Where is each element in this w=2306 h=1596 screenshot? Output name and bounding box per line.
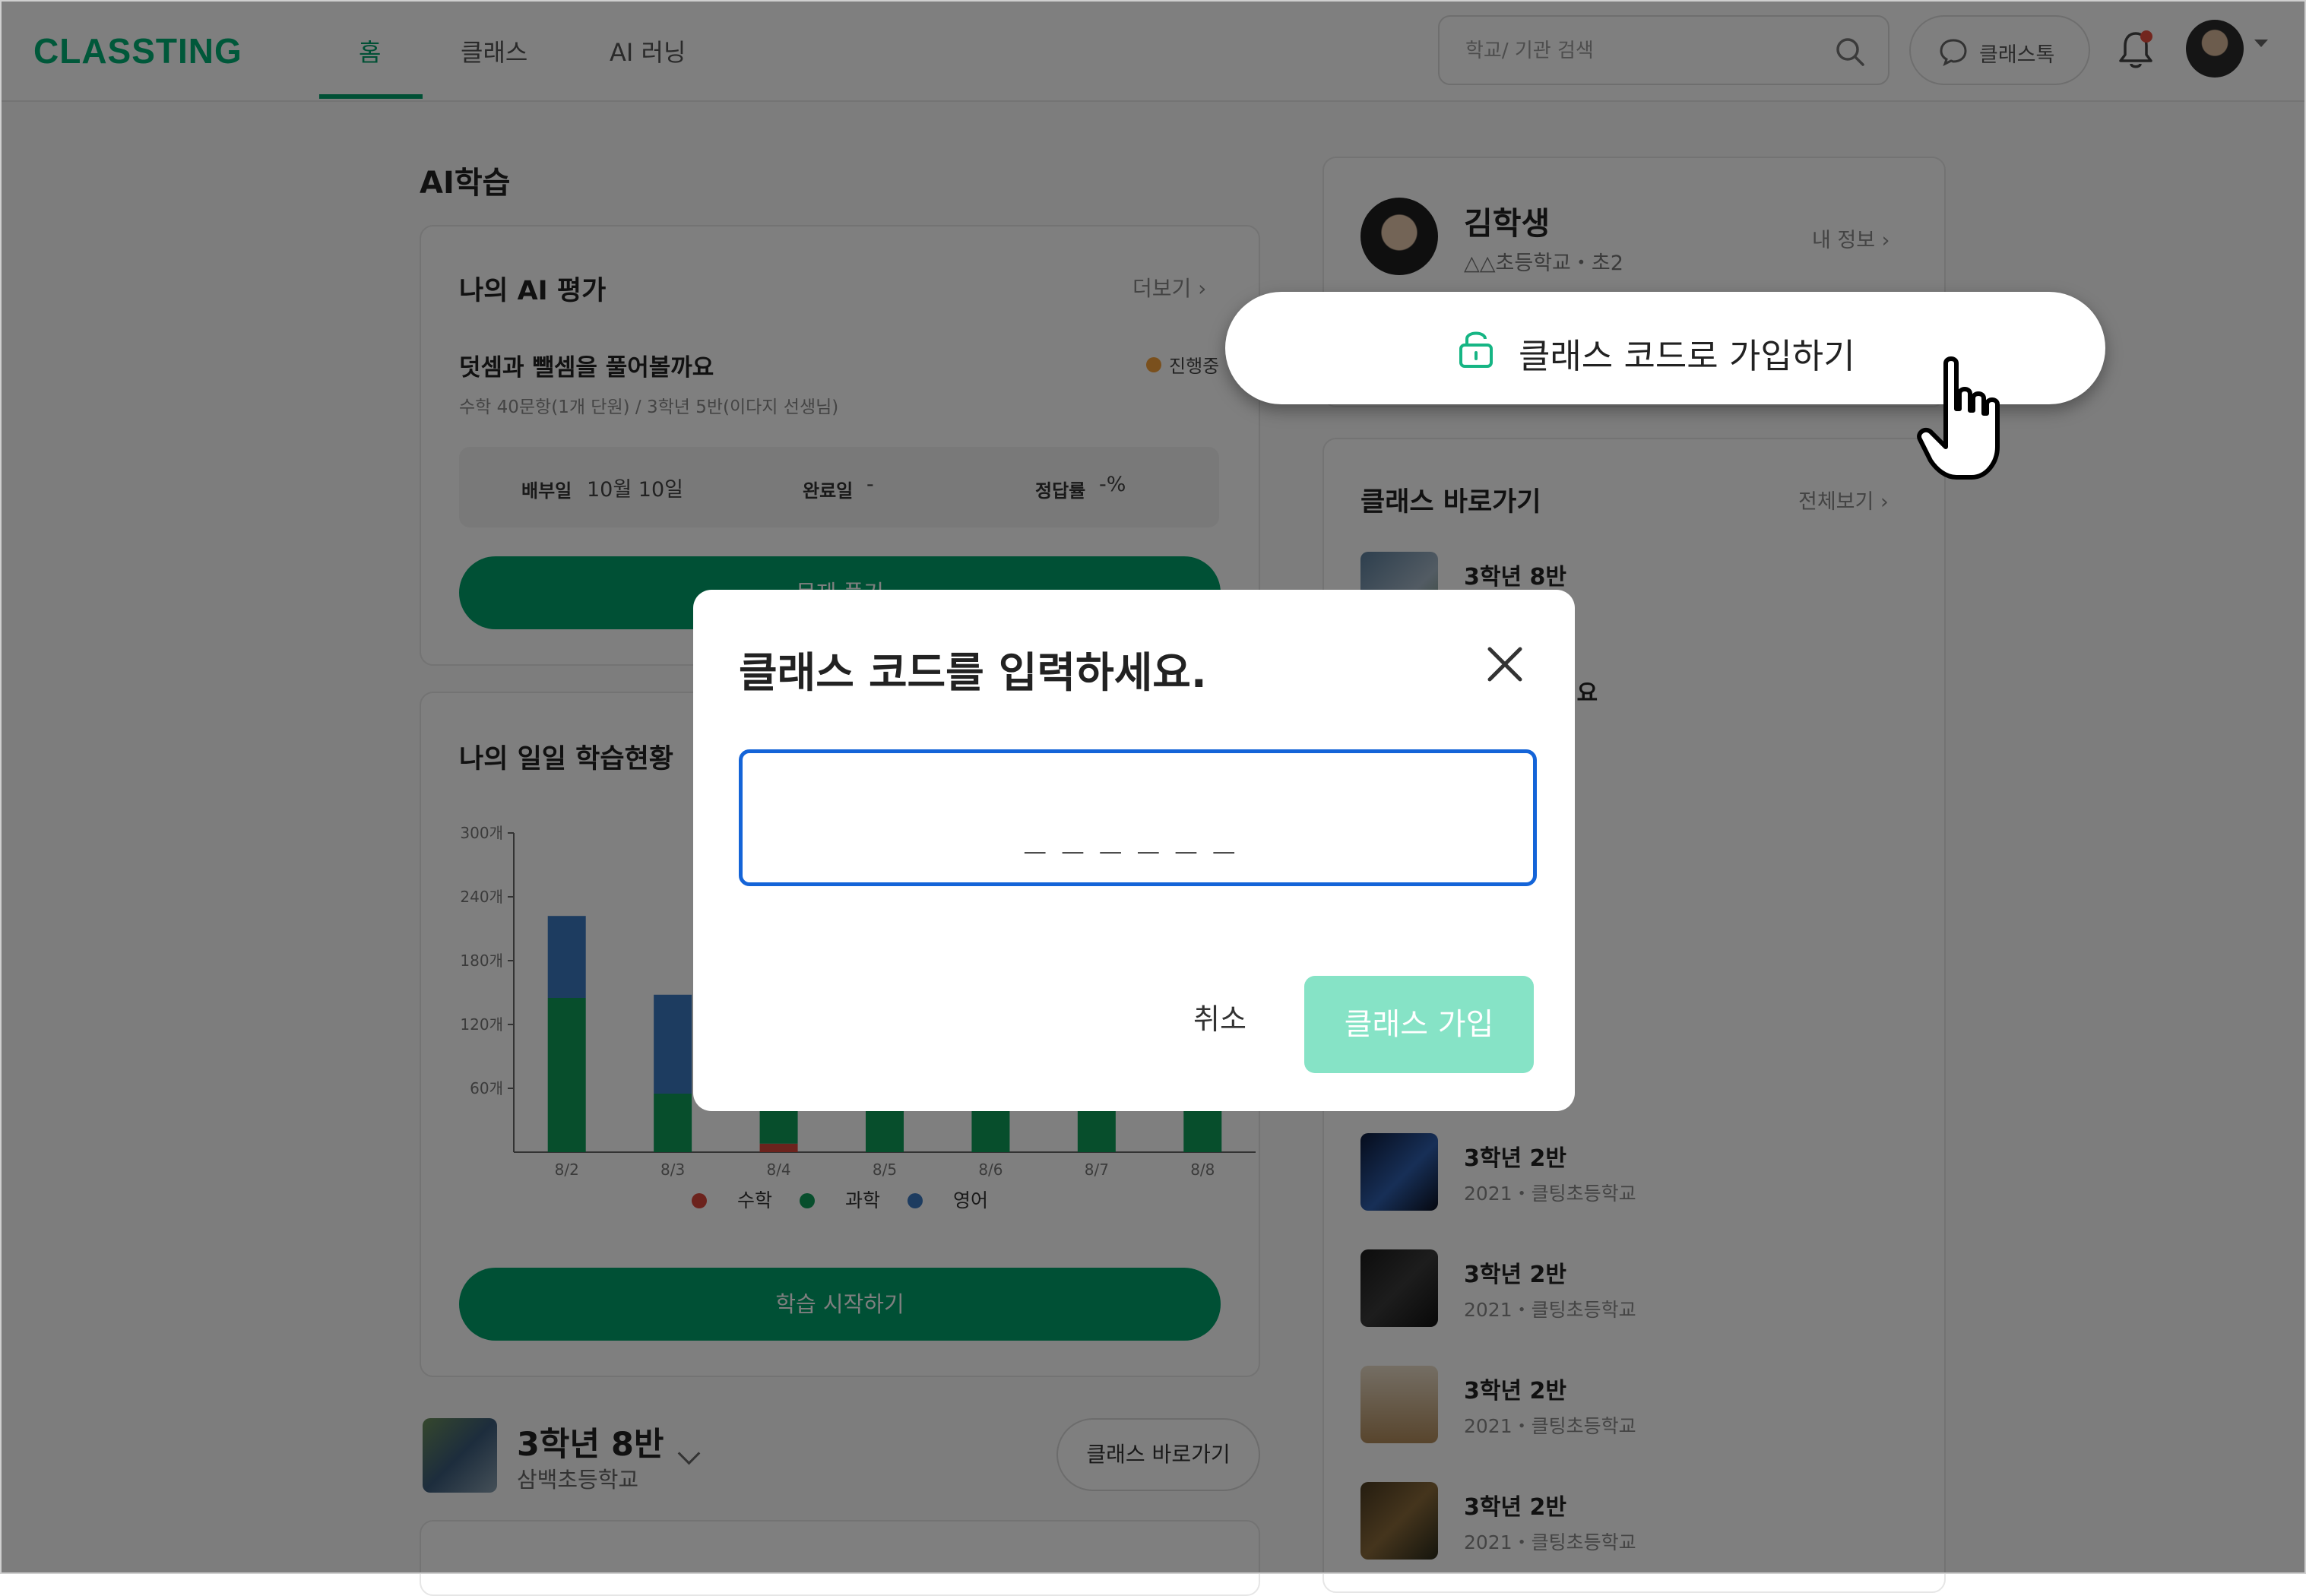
window-frame [0,0,2306,1574]
